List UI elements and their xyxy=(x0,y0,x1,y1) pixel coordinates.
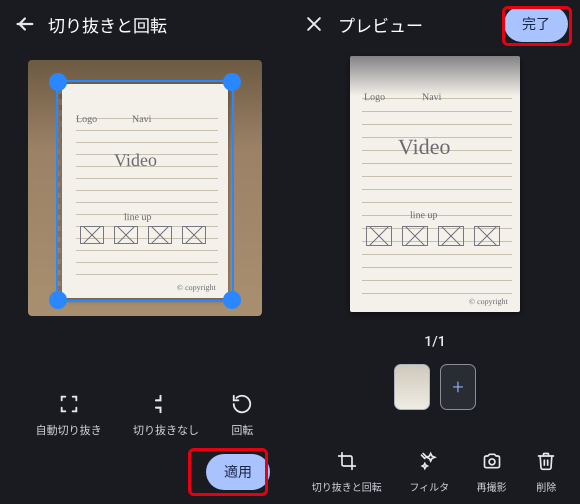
rotate-icon xyxy=(230,392,254,416)
filter-icon xyxy=(417,449,441,473)
delete-label: 削除 xyxy=(536,479,556,494)
thumbnail-strip: + xyxy=(290,364,580,410)
filter-label: フィルタ xyxy=(409,479,449,494)
crop-handle-tl[interactable] xyxy=(49,73,67,91)
auto-crop-button[interactable]: 自動切り抜き xyxy=(36,392,102,438)
no-crop-icon xyxy=(154,392,178,416)
close-icon[interactable] xyxy=(302,12,326,36)
rotate-label: 回転 xyxy=(231,422,253,438)
preview-sketch-copyright: © copyright xyxy=(469,297,508,306)
crop-rotate-pane: 切り抜きと回転 Logo Navi Video line up © copyri… xyxy=(0,0,290,504)
filter-button[interactable]: フィルタ xyxy=(409,449,449,494)
thumbnail-1[interactable] xyxy=(394,364,430,410)
crop-rotate-label: 切り抜きと回転 xyxy=(312,479,382,494)
back-icon[interactable] xyxy=(12,12,36,36)
crop-handle-br[interactable] xyxy=(223,291,241,309)
crop-icon xyxy=(335,449,359,473)
crop-handle-bl[interactable] xyxy=(49,291,67,309)
retake-button[interactable]: 再撮影 xyxy=(477,449,507,494)
rotate-button[interactable]: 回転 xyxy=(230,392,254,438)
auto-crop-icon xyxy=(57,392,81,416)
trash-icon xyxy=(534,449,558,473)
no-crop-label: 切り抜きなし xyxy=(133,422,199,438)
no-crop-button[interactable]: 切り抜きなし xyxy=(133,392,199,438)
retake-label: 再撮影 xyxy=(477,479,507,494)
topbar-right: プレビュー 完了 xyxy=(290,0,580,48)
auto-crop-label: 自動切り抜き xyxy=(36,422,102,438)
preview-sketch-logo: Logo xyxy=(364,92,385,103)
crop-rotate-button[interactable]: 切り抜きと回転 xyxy=(312,449,382,494)
preview-canvas[interactable]: Logo Navi Video line up © copyright xyxy=(350,56,520,312)
preview-pane: プレビュー 完了 Logo Navi Video line up © copyr… xyxy=(290,0,580,504)
toolbar-left: 自動切り抜き 切り抜きなし 回転 xyxy=(0,392,290,438)
page-counter: 1/1 xyxy=(290,334,580,350)
done-button[interactable]: 完了 xyxy=(504,6,568,42)
crop-frame[interactable] xyxy=(56,80,234,302)
crop-canvas[interactable]: Logo Navi Video line up © copyright xyxy=(28,60,262,316)
crop-handle-tr[interactable] xyxy=(223,73,241,91)
apply-button[interactable]: 適用 xyxy=(206,454,270,490)
add-page-button[interactable]: + xyxy=(440,364,476,410)
page-title-left: 切り抜きと回転 xyxy=(48,12,167,37)
delete-button[interactable]: 削除 xyxy=(534,449,558,494)
preview-sketch-navi: Navi xyxy=(422,92,442,103)
preview-sketch-lineup: line up xyxy=(410,210,438,221)
plus-icon: + xyxy=(452,375,463,399)
topbar-left: 切り抜きと回転 xyxy=(0,0,290,48)
toolbar-right: 切り抜きと回転 フィルタ 再撮影 削除 xyxy=(290,449,580,494)
page-title-right: プレビュー xyxy=(338,12,423,37)
camera-icon xyxy=(480,449,504,473)
preview-sketch-video: Video xyxy=(398,134,451,160)
